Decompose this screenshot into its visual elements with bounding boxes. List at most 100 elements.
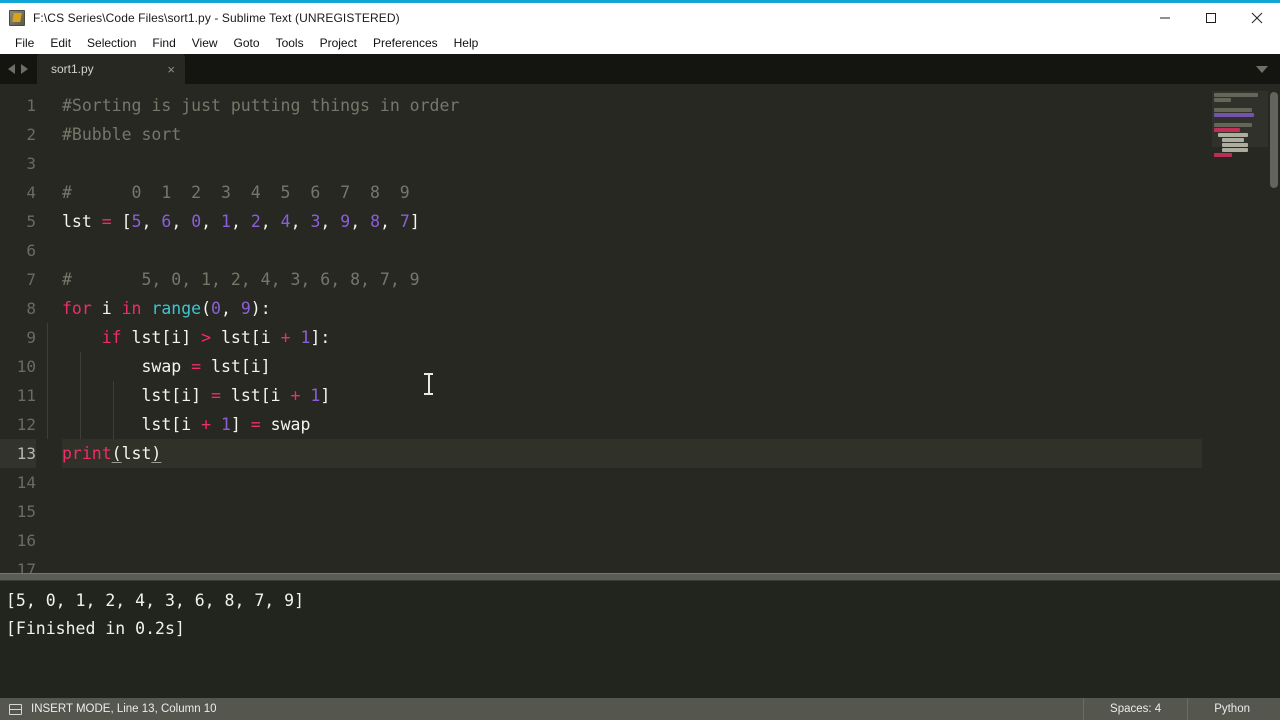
minimap-row xyxy=(1222,143,1248,147)
code-token: ( xyxy=(201,299,212,318)
menu-item-file[interactable]: File xyxy=(7,34,42,52)
code-line[interactable]: # 0 1 2 3 4 5 6 7 8 9 xyxy=(62,178,1202,207)
minimap[interactable] xyxy=(1202,84,1280,573)
code-token: , xyxy=(141,212,162,231)
sublime-text-window: F:\CS Series\Code Files\sort1.py - Subli… xyxy=(0,0,1280,720)
menu-item-view[interactable]: View xyxy=(184,34,226,52)
code-token: print xyxy=(62,444,112,463)
menu-item-goto[interactable]: Goto xyxy=(226,34,268,52)
status-bar: INSERT MODE, Line 13, Column 10 Spaces: … xyxy=(0,698,1280,720)
minimap-row xyxy=(1214,108,1252,112)
line-number: 10 xyxy=(16,357,36,376)
code-line[interactable] xyxy=(62,497,1202,526)
editor-area: 1 2 3 4 5 6 7 8 9 10 11 12 13 14 15 16 1… xyxy=(0,84,1280,573)
menu-item-edit[interactable]: Edit xyxy=(42,34,79,52)
code-line[interactable]: for i in range(0, 9): xyxy=(62,294,1202,323)
code-token: lst[i xyxy=(220,386,291,405)
menu-item-find[interactable]: Find xyxy=(144,34,183,52)
code-token: ]: xyxy=(310,328,331,347)
code-token: ] xyxy=(320,386,331,405)
menu-item-tools[interactable]: Tools xyxy=(268,34,312,52)
tab-sort1-py[interactable]: sort1.py × xyxy=(37,54,185,84)
maximize-button[interactable] xyxy=(1188,3,1234,32)
line-number: 4 xyxy=(26,183,36,202)
minimap-row xyxy=(1214,93,1258,97)
output-line: [5, 0, 1, 2, 4, 3, 6, 8, 7, 9] xyxy=(6,591,305,610)
line-number: 15 xyxy=(16,502,36,521)
status-indentation[interactable]: Spaces: 4 xyxy=(1083,698,1187,720)
code-token: 7 xyxy=(399,212,410,231)
code-token: , xyxy=(290,212,311,231)
code-line-active[interactable]: print(lst) xyxy=(62,439,1202,468)
menu-item-selection[interactable]: Selection xyxy=(79,34,144,52)
code-token: , xyxy=(380,212,400,231)
code-line[interactable]: if lst[i] > lst[i + 1]: xyxy=(62,323,1202,352)
code-token: + xyxy=(201,415,212,434)
code-token: # 5, 0, 1, 2, 4, 3, 6, 8, 7, 9 xyxy=(62,270,420,289)
line-number: 14 xyxy=(16,473,36,492)
code-token: ): xyxy=(250,299,271,318)
tab-overflow-menu[interactable] xyxy=(1256,65,1280,73)
minimap-row xyxy=(1214,98,1231,102)
code-token: 3 xyxy=(310,212,321,231)
code-line[interactable]: lst = [5, 6, 0, 1, 2, 4, 3, 9, 8, 7] xyxy=(62,207,1202,236)
line-number: 16 xyxy=(16,531,36,550)
code-token: 9 xyxy=(240,299,251,318)
title-bar: F:\CS Series\Code Files\sort1.py - Subli… xyxy=(0,3,1280,32)
code-token: lst xyxy=(62,212,102,231)
tab-label: sort1.py xyxy=(51,62,94,76)
code-token: range xyxy=(151,299,202,318)
editor-scrollbar[interactable] xyxy=(1270,92,1278,188)
code-token: lst[i] xyxy=(121,328,202,347)
menu-item-project[interactable]: Project xyxy=(312,34,365,52)
line-number: 1 xyxy=(26,96,36,115)
code-line[interactable]: # 5, 0, 1, 2, 4, 3, 6, 8, 7, 9 xyxy=(62,265,1202,294)
code-token: swap xyxy=(62,357,192,376)
code-token: lst[i] xyxy=(201,357,271,376)
menu-bar: File Edit Selection Find View Goto Tools… xyxy=(0,32,1280,54)
code-token: swap xyxy=(260,415,311,434)
code-line[interactable]: lst[i] = lst[i + 1] xyxy=(62,381,1202,410)
menu-item-preferences[interactable]: Preferences xyxy=(365,34,446,52)
line-number-active: 13 xyxy=(0,439,36,468)
status-syntax[interactable]: Python xyxy=(1187,698,1280,720)
minimap-row xyxy=(1222,138,1244,142)
code-token: #Bubble sort xyxy=(62,125,182,144)
code-token: lst[i xyxy=(62,415,202,434)
code-line[interactable]: #Sorting is just putting things in order xyxy=(62,91,1202,120)
line-number: 3 xyxy=(26,154,36,173)
code-token: #Sorting is just putting things in order xyxy=(62,96,460,115)
line-number: 17 xyxy=(16,560,36,573)
chevron-left-icon[interactable] xyxy=(8,64,15,74)
code-token: lst[i] xyxy=(62,386,212,405)
minimize-button[interactable] xyxy=(1142,3,1188,32)
build-output-panel[interactable]: [5, 0, 1, 2, 4, 3, 6, 8, 7, 9] [Finished… xyxy=(0,581,1280,698)
code-view[interactable]: 1 2 3 4 5 6 7 8 9 10 11 12 13 14 15 16 1… xyxy=(0,84,1202,573)
code-line[interactable]: #Bubble sort xyxy=(62,120,1202,149)
code-line[interactable] xyxy=(62,526,1202,555)
close-button[interactable] xyxy=(1234,3,1280,32)
tab-close-icon[interactable]: × xyxy=(141,63,175,76)
code-line[interactable]: lst[i + 1] = swap xyxy=(62,410,1202,439)
code-token: lst xyxy=(121,444,152,463)
code-line[interactable] xyxy=(62,555,1202,573)
panel-splitter[interactable] xyxy=(0,573,1280,581)
line-number: 12 xyxy=(16,415,36,434)
code-token: 8 xyxy=(370,212,380,231)
line-number: 8 xyxy=(26,299,36,318)
code-line[interactable] xyxy=(62,468,1202,497)
code-line[interactable] xyxy=(62,236,1202,265)
chevron-right-icon[interactable] xyxy=(21,64,28,74)
code-token: = xyxy=(211,386,221,405)
code-lines[interactable]: #Sorting is just putting things in order… xyxy=(47,91,1202,573)
minimap-row xyxy=(1214,153,1232,157)
code-line[interactable]: swap = lst[i] xyxy=(62,352,1202,381)
panel-toggle-icon[interactable] xyxy=(9,703,22,715)
code-token: , xyxy=(350,212,371,231)
menu-item-help[interactable]: Help xyxy=(446,34,487,52)
code-token: , xyxy=(260,212,281,231)
code-line[interactable] xyxy=(62,149,1202,178)
